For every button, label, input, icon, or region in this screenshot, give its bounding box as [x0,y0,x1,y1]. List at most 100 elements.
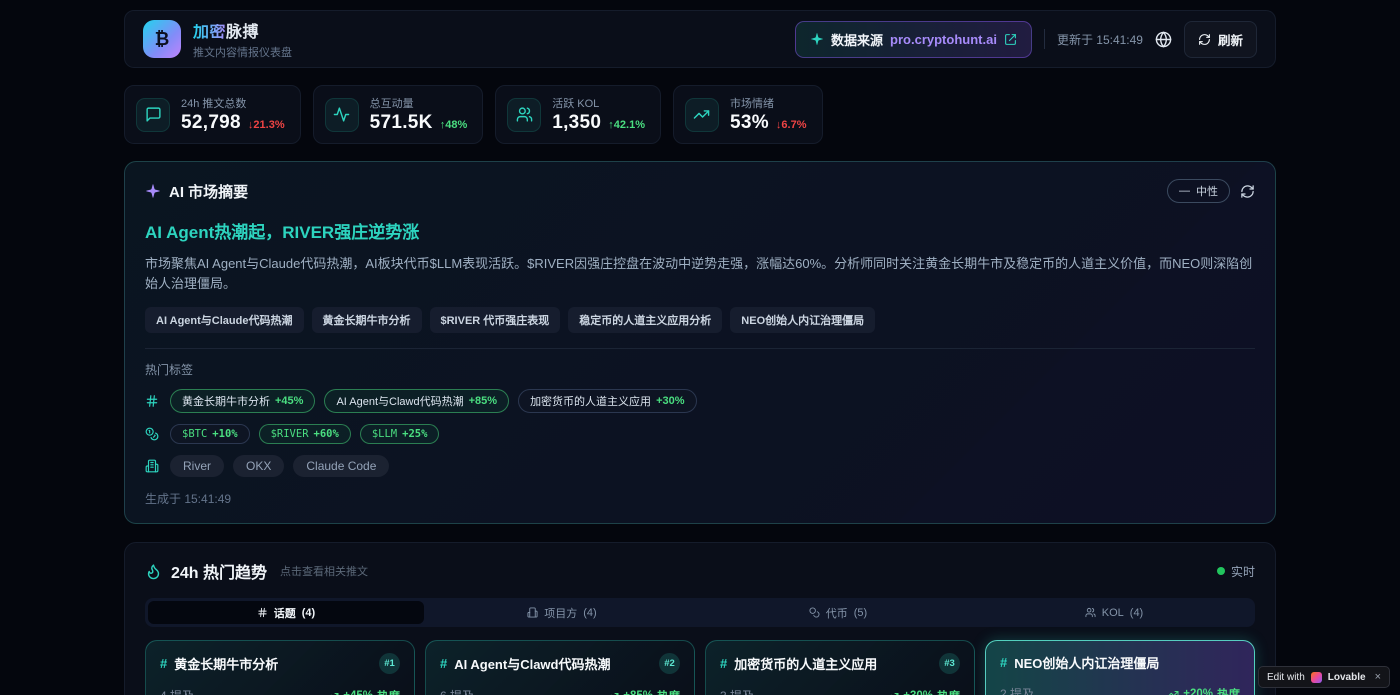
project-tag[interactable]: Claude Code [293,455,389,477]
building-icon [145,459,161,473]
lovable-brand: Lovable [1328,672,1366,683]
refresh-button[interactable]: 刷新 [1184,21,1257,58]
stat-change: ↑48% [440,119,468,131]
heat-indicator: +85%热度 [607,688,680,695]
stat-value: 52,798 [181,112,241,134]
hot-topic-tag[interactable]: 黄金长期牛市分析+45% [170,389,315,413]
hot-projects-row: River OKX Claude Code [145,455,1255,477]
lovable-heart-icon [1311,672,1322,683]
trend-card[interactable]: # 黄金长期牛市分析 #1 4 提及 +45%热度 [145,640,415,695]
hash-icon: # [1000,655,1007,670]
refresh-icon [1240,184,1255,199]
sparkles-icon [145,183,161,199]
stat-label: 总互动量 [370,95,468,111]
source-label: 数据来源 [831,30,883,49]
stat-card-sentiment: 市场情绪 53%↓6.7% [673,85,823,144]
hot-topic-tag[interactable]: AI Agent与Clawd代码热潮+85% [324,389,509,413]
divider [145,348,1255,349]
app-logo-icon: ₿ [143,20,181,58]
summary-topic-pills: AI Agent与Claude代码热潮 黄金长期牛市分析 $RIVER 代币强庄… [145,307,1255,333]
trend-cards-row: # 黄金长期牛市分析 #1 4 提及 +45%热度 # AI Agent与Cla… [145,640,1255,695]
project-tag[interactable]: River [170,455,224,477]
hash-icon [145,394,161,408]
trends-section: 24h 热门趋势 点击查看相关推文 实时 话题(4) 项目方(4) [124,542,1276,695]
lovable-prefix: Edit with [1267,672,1305,683]
mentions-count: 3 提及 [720,687,754,695]
stat-change: ↓6.7% [776,119,807,131]
hash-icon [257,607,268,618]
hash-icon: # [440,656,447,671]
project-tag[interactable]: OKX [233,455,284,477]
hot-topics-row: 黄金长期牛市分析+45% AI Agent与Clawd代码热潮+85% 加密货币… [145,389,1255,413]
coins-icon [809,607,820,618]
stat-card-active-kol: 活跃 KOL 1,350↑42.1% [495,85,661,144]
stat-label: 24h 推文总数 [181,95,285,111]
summary-headline: AI Agent热潮起，RIVER强庄逆势涨 [145,218,1255,243]
tab-topics[interactable]: 话题(4) [148,601,424,624]
header: ₿ 加密脉搏 推文内容情报仪表盘 数据来源 pro.cryptohunt.ai … [124,10,1276,68]
sentiment-badge: — 中性 [1167,179,1230,203]
regenerate-summary-button[interactable] [1240,184,1255,199]
stat-label: 活跃 KOL [552,95,645,111]
summary-section-title: AI 市场摘要 [169,181,248,202]
flame-icon [145,563,162,580]
hot-tokens-row: $BTC+10% $RIVER+60% $LLM+25% [145,424,1255,444]
dashboard-page: ₿ 加密脉搏 推文内容情报仪表盘 数据来源 pro.cryptohunt.ai … [124,0,1276,695]
token-tag[interactable]: $BTC+10% [170,424,250,444]
summary-body: 市场聚焦AI Agent与Claude代码热潮，AI板块代币$LLM表现活跃。$… [145,254,1255,294]
trend-card-highlighted[interactable]: # NEO创始人内讧治理僵局 2 提及 +20%热度 [985,640,1255,695]
generated-timestamp: 生成于 15:41:49 [145,490,1255,507]
ai-summary-section: AI 市场摘要 — 中性 AI Agent热潮起，RIVER强庄逆势涨 市场聚焦… [124,161,1276,524]
rank-badge: #1 [379,653,400,674]
message-square-icon [136,98,170,132]
heat-indicator: +45%热度 [327,688,400,695]
heat-indicator: +30%热度 [887,688,960,695]
stat-card-tweets: 24h 推文总数 52,798 ↓21.3% [124,85,301,144]
token-tag[interactable]: $RIVER+60% [259,424,351,444]
trending-up-icon [607,690,619,695]
token-tag[interactable]: $LLM+25% [360,424,440,444]
trends-tabs: 话题(4) 项目方(4) 代币(5) KOL(4) [145,598,1255,627]
hot-tags-title: 热门标签 [145,361,1255,378]
mentions-count: 2 提及 [1000,685,1034,695]
mentions-count: 6 提及 [440,687,474,695]
hash-icon: # [720,656,727,671]
stat-change: ↓21.3% [248,119,285,131]
mentions-count: 4 提及 [160,687,194,695]
source-link[interactable]: pro.cryptohunt.ai [890,32,997,47]
stats-row: 24h 推文总数 52,798 ↓21.3% 总互动量 571.5K ↑48% 活跃… [124,85,1276,144]
stat-change: ↑42.1% [608,119,645,131]
lovable-badge[interactable]: Edit with Lovable × [1258,666,1390,688]
stat-value: 571.5K [370,112,433,134]
trending-up-icon [327,690,339,695]
live-indicator: 实时 [1217,563,1255,580]
trending-up-icon [685,98,719,132]
language-globe-button[interactable] [1155,31,1172,48]
trend-card[interactable]: # AI Agent与Clawd代码热潮 #2 6 提及 +85%热度 [425,640,695,695]
tab-kol[interactable]: KOL(4) [976,601,1252,624]
topic-pill[interactable]: 稳定币的人道主义应用分析 [568,307,722,333]
data-source-button[interactable]: 数据来源 pro.cryptohunt.ai [795,21,1032,58]
heat-indicator: +20%热度 [1167,686,1240,695]
divider [1044,29,1045,49]
sparkles-icon [810,32,824,46]
page-title: 加密脉搏 [193,18,292,42]
updated-timestamp: 更新于 15:41:49 [1057,31,1143,48]
topic-pill[interactable]: AI Agent与Claude代码热潮 [145,307,304,333]
trend-card[interactable]: # 加密货币的人道主义应用 #3 3 提及 +30%热度 [705,640,975,695]
stat-card-engagement: 总互动量 571.5K ↑48% [313,85,484,144]
trending-up-icon [887,690,899,695]
hot-topic-tag[interactable]: 加密货币的人道主义应用+30% [518,389,696,413]
topic-pill[interactable]: 黄金长期牛市分析 [312,307,422,333]
stat-label: 市场情绪 [730,95,807,111]
tab-tokens[interactable]: 代币(5) [700,601,976,624]
trends-section-title: 24h 热门趋势 [171,559,267,583]
close-icon[interactable]: × [1375,671,1381,683]
hash-icon: # [160,656,167,671]
topic-pill[interactable]: NEO创始人内讧治理僵局 [730,307,875,333]
activity-icon [325,98,359,132]
globe-icon [1155,31,1172,48]
external-link-icon [1004,33,1017,46]
tab-projects[interactable]: 项目方(4) [424,601,700,624]
topic-pill[interactable]: $RIVER 代币强庄表现 [430,307,561,333]
